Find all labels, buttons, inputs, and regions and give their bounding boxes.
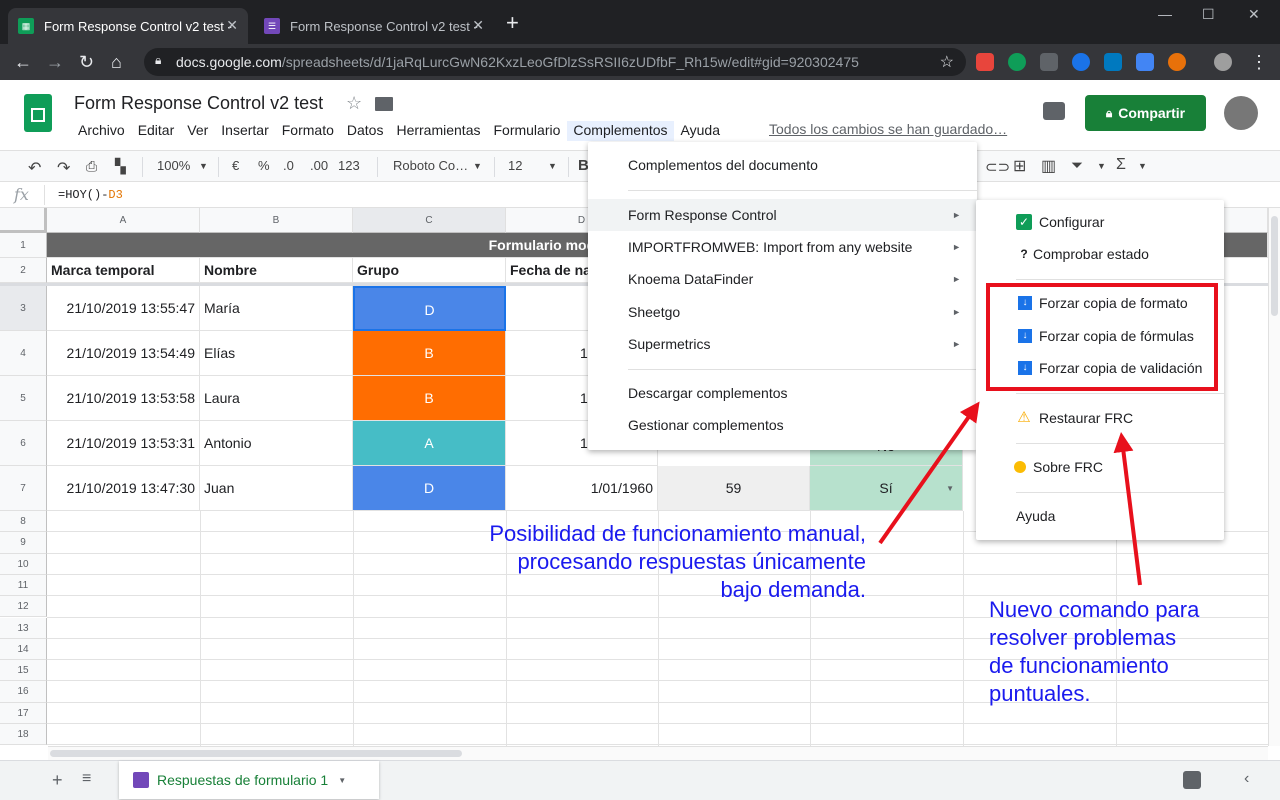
annotation-line: Nuevo comando para: [989, 597, 1200, 622]
arrow-to-restaurar: [1113, 432, 1142, 586]
annotation-line: resolver problemas: [989, 625, 1177, 650]
annotation-line: puntuales.: [989, 681, 1091, 706]
arrow-to-box: [878, 401, 980, 545]
annotation-line: Posibilidad de funcionamiento manual,: [489, 521, 866, 546]
annotation-line: procesando respuestas únicamente: [517, 549, 866, 574]
annotation-manual-mode: Posibilidad de funcionamiento manual, pr…: [440, 520, 866, 604]
annotation-line: bajo demanda.: [720, 577, 866, 602]
annotation-new-command: Nuevo comando para resolver problemas de…: [989, 596, 1259, 708]
annotation-line: de funcionamiento: [989, 653, 1169, 678]
